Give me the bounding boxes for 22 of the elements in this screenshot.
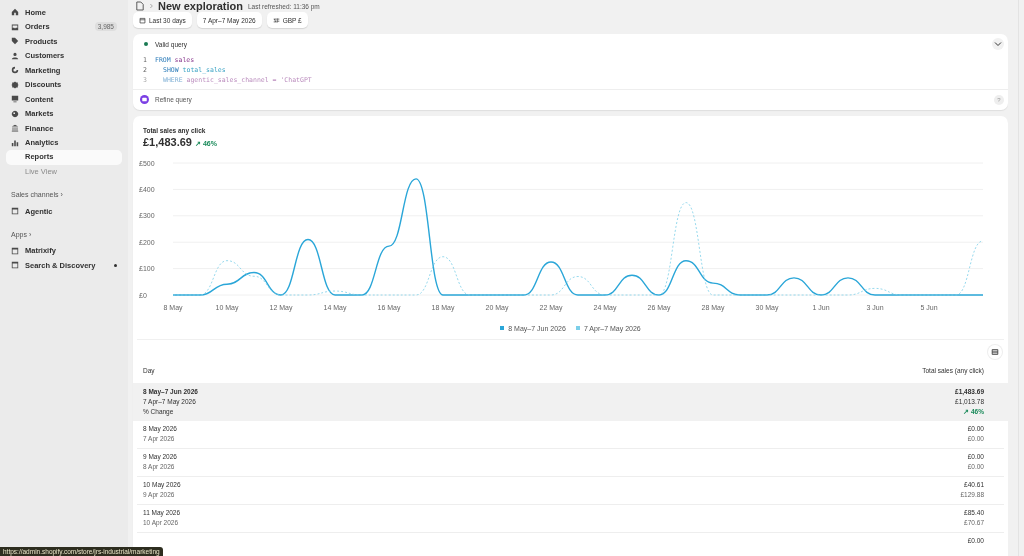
bank-icon [11,124,19,133]
metric-value: £1,483.69 [143,136,192,148]
assistant-icon [140,95,149,105]
chevron-icon [149,3,153,9]
app-icon [11,246,19,255]
app-icon [11,207,19,216]
table-icon [991,348,999,356]
percent-icon [11,80,19,89]
calendar-icon [139,16,146,24]
tag-icon [11,37,19,46]
person-icon [11,51,19,60]
collapse-button[interactable] [992,38,1004,51]
currency-icon [272,16,280,24]
app-icon [11,261,19,270]
table-view-button[interactable] [988,345,1002,359]
bars-icon [11,138,19,147]
tray-icon [11,22,19,31]
globe-icon [11,109,19,118]
page-title: New exploration [158,0,243,12]
document-icon [136,1,144,11]
chevron-icon [994,41,1002,48]
home-icon [11,8,19,17]
